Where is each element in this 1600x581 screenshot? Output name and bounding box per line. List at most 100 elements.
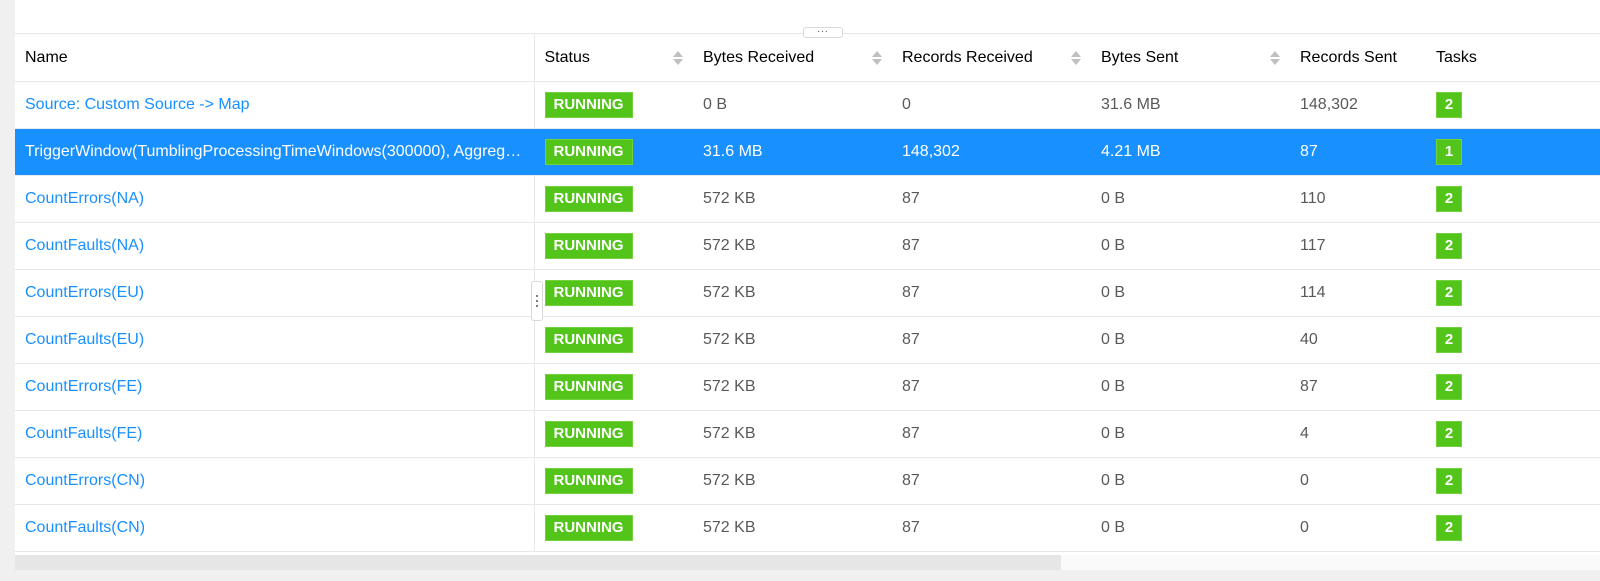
column-header-name: Name	[15, 33, 535, 82]
status-badge: RUNNING	[544, 421, 633, 447]
cell-status: RUNNING	[534, 175, 693, 223]
cell-bytes-received: 572 KB	[693, 504, 892, 552]
cell-records-received: 87	[892, 175, 1091, 223]
vertex-name-link[interactable]: Source: Custom Source -> Map	[25, 96, 250, 113]
cell-records-sent: 87	[1290, 363, 1426, 411]
table-row[interactable]: CountFaults(EU) RUNNING 572 KB 87 0 B 40 2	[15, 316, 1600, 364]
status-badge: RUNNING	[544, 327, 633, 353]
vertical-resize-handle[interactable]: ...	[803, 25, 843, 38]
table-row[interactable]: CountFaults(FE) RUNNING 572 KB 87 0 B42	[15, 410, 1600, 458]
cell-bytes-received: 572 KB	[693, 269, 892, 317]
cell-records-received: 0	[892, 81, 1091, 129]
cell-tasks: 2	[1426, 222, 1600, 270]
cell-bytes-received: 572 KB	[693, 175, 892, 223]
cell-name[interactable]: CountFaults(FE)	[15, 410, 535, 458]
cell-bytes-sent: 0 B	[1091, 504, 1290, 552]
scrollbar-thumb[interactable]	[15, 555, 1061, 570]
cell-name[interactable]: CountFaults(CN)	[15, 504, 535, 552]
cell-records-sent: 87	[1290, 128, 1426, 176]
cell-records-received: 87	[892, 222, 1091, 270]
cell-name[interactable]: Source: Custom Source -> Map	[15, 81, 535, 129]
vertex-name-link[interactable]: CountErrors(FE)	[25, 378, 142, 395]
cell-bytes-sent: 0 B	[1091, 222, 1290, 270]
column-header-tasks: Tasks	[1426, 33, 1600, 82]
vertex-name-link[interactable]: CountFaults(CN)	[25, 519, 145, 536]
vertex-name-link[interactable]: TriggerWindow(TumblingProcessingTimeWind…	[25, 143, 533, 160]
cell-name[interactable]: CountErrors(FE)	[15, 363, 535, 411]
task-count-badge: 2	[1436, 327, 1462, 353]
table-row[interactable]: CountFaults(CN) RUNNING 572 KB 87 0 B02	[15, 504, 1600, 552]
cell-records-sent: 0	[1290, 457, 1426, 505]
task-count-badge: 2	[1436, 515, 1462, 541]
cell-name[interactable]: CountFaults(NA)	[15, 222, 535, 270]
cell-bytes-received: 572 KB	[693, 363, 892, 411]
status-badge: RUNNING	[544, 468, 633, 494]
cell-tasks: 2	[1426, 81, 1600, 129]
cell-name[interactable]: CountErrors(NA)	[15, 175, 535, 223]
status-badge: RUNNING	[544, 280, 633, 306]
cell-status: RUNNING	[534, 504, 693, 552]
vertex-name-link[interactable]: CountFaults(NA)	[25, 237, 144, 254]
column-header-records-sent[interactable]: Records Sent	[1290, 33, 1426, 82]
vertex-name-link[interactable]: CountErrors(CN)	[25, 472, 145, 489]
table-row[interactable]: CountErrors(NA) RUNNING 572 KB 87 0 B 110 2	[15, 175, 1600, 223]
column-header-status[interactable]: Status	[534, 33, 693, 82]
vertex-name-link[interactable]: CountFaults(FE)	[25, 425, 142, 442]
cell-records-received: 87	[892, 363, 1091, 411]
task-count-badge: 2	[1436, 468, 1462, 494]
horizontal-scrollbar[interactable]	[15, 555, 1600, 570]
column-label: Status	[544, 48, 590, 66]
table-row[interactable]: Source: Custom Source -> Map RUNNING 0 B03…	[15, 81, 1600, 129]
status-badge: RUNNING	[544, 186, 633, 212]
cell-tasks: 2	[1426, 410, 1600, 458]
cell-bytes-sent: 0 B	[1091, 316, 1290, 364]
cell-records-received: 87	[892, 269, 1091, 317]
cell-tasks: 2	[1426, 363, 1600, 411]
vertices-table-container: Name Status Bytes Received Records Recei…	[15, 33, 1600, 555]
vertices-table: Name Status Bytes Received Records Recei…	[15, 33, 1600, 552]
task-count-badge: 2	[1436, 374, 1462, 400]
sort-icon[interactable]	[1071, 50, 1081, 65]
cell-name[interactable]: CountErrors(EU)	[15, 269, 535, 317]
sort-icon[interactable]	[1270, 50, 1280, 65]
cell-records-received: 87	[892, 410, 1091, 458]
cell-bytes-sent: 0 B	[1091, 269, 1290, 317]
sort-icon[interactable]	[872, 50, 882, 65]
cell-records-sent: 117	[1290, 222, 1426, 270]
table-body: Source: Custom Source -> Map RUNNING 0 B03…	[15, 81, 1600, 552]
column-header-bytes-received[interactable]: Bytes Received	[693, 33, 892, 82]
column-header-records-received[interactable]: Records Received	[892, 33, 1091, 82]
cell-tasks: 2	[1426, 175, 1600, 223]
table-row[interactable]: CountErrors(FE) RUNNING 572 KB 87 0 B 87 2	[15, 363, 1600, 411]
column-label: Bytes Received	[703, 48, 815, 66]
column-header-bytes-sent[interactable]: Bytes Sent	[1091, 33, 1290, 82]
column-label: Records Sent	[1300, 48, 1397, 66]
cell-tasks: 1	[1426, 128, 1600, 176]
cell-status: RUNNING	[534, 363, 693, 411]
cell-bytes-received: 31.6 MB	[693, 128, 892, 176]
status-badge: RUNNING	[544, 92, 633, 118]
sort-icon[interactable]	[673, 50, 683, 65]
column-label: Tasks	[1436, 48, 1477, 66]
table-header-row: Name Status Bytes Received Records Recei…	[15, 33, 1600, 82]
cell-bytes-received: 572 KB	[693, 222, 892, 270]
table-row[interactable]: CountFaults(NA) RUNNING 572 KB 87 0 B 117 2	[15, 222, 1600, 270]
cell-records-received: 148,302	[892, 128, 1091, 176]
column-label: Records Received	[902, 48, 1033, 66]
table-row[interactable]: CountErrors(EU) RUNNING 572 KB 87 0 B 114 2	[15, 269, 1600, 317]
vertex-name-link[interactable]: CountErrors(EU)	[25, 284, 144, 301]
table-row[interactable]: CountErrors(CN) RUNNING 572 KB 87 0 B02	[15, 457, 1600, 505]
vertex-name-link[interactable]: CountErrors(NA)	[25, 190, 144, 207]
column-label: Name	[25, 48, 68, 66]
cell-tasks: 2	[1426, 316, 1600, 364]
cell-name[interactable]: TriggerWindow(TumblingProcessingTimeWind…	[15, 128, 535, 176]
horizontal-resize-handle[interactable]	[531, 281, 543, 321]
cell-status: RUNNING	[534, 457, 693, 505]
cell-name[interactable]: CountErrors(CN)	[15, 457, 535, 505]
cell-name[interactable]: CountFaults(EU)	[15, 316, 535, 364]
vertex-name-link[interactable]: CountFaults(EU)	[25, 331, 144, 348]
table-row[interactable]: TriggerWindow(TumblingProcessingTimeWind…	[15, 128, 1600, 176]
task-count-badge: 2	[1436, 280, 1462, 306]
cell-status: RUNNING	[534, 128, 693, 176]
cell-tasks: 2	[1426, 269, 1600, 317]
